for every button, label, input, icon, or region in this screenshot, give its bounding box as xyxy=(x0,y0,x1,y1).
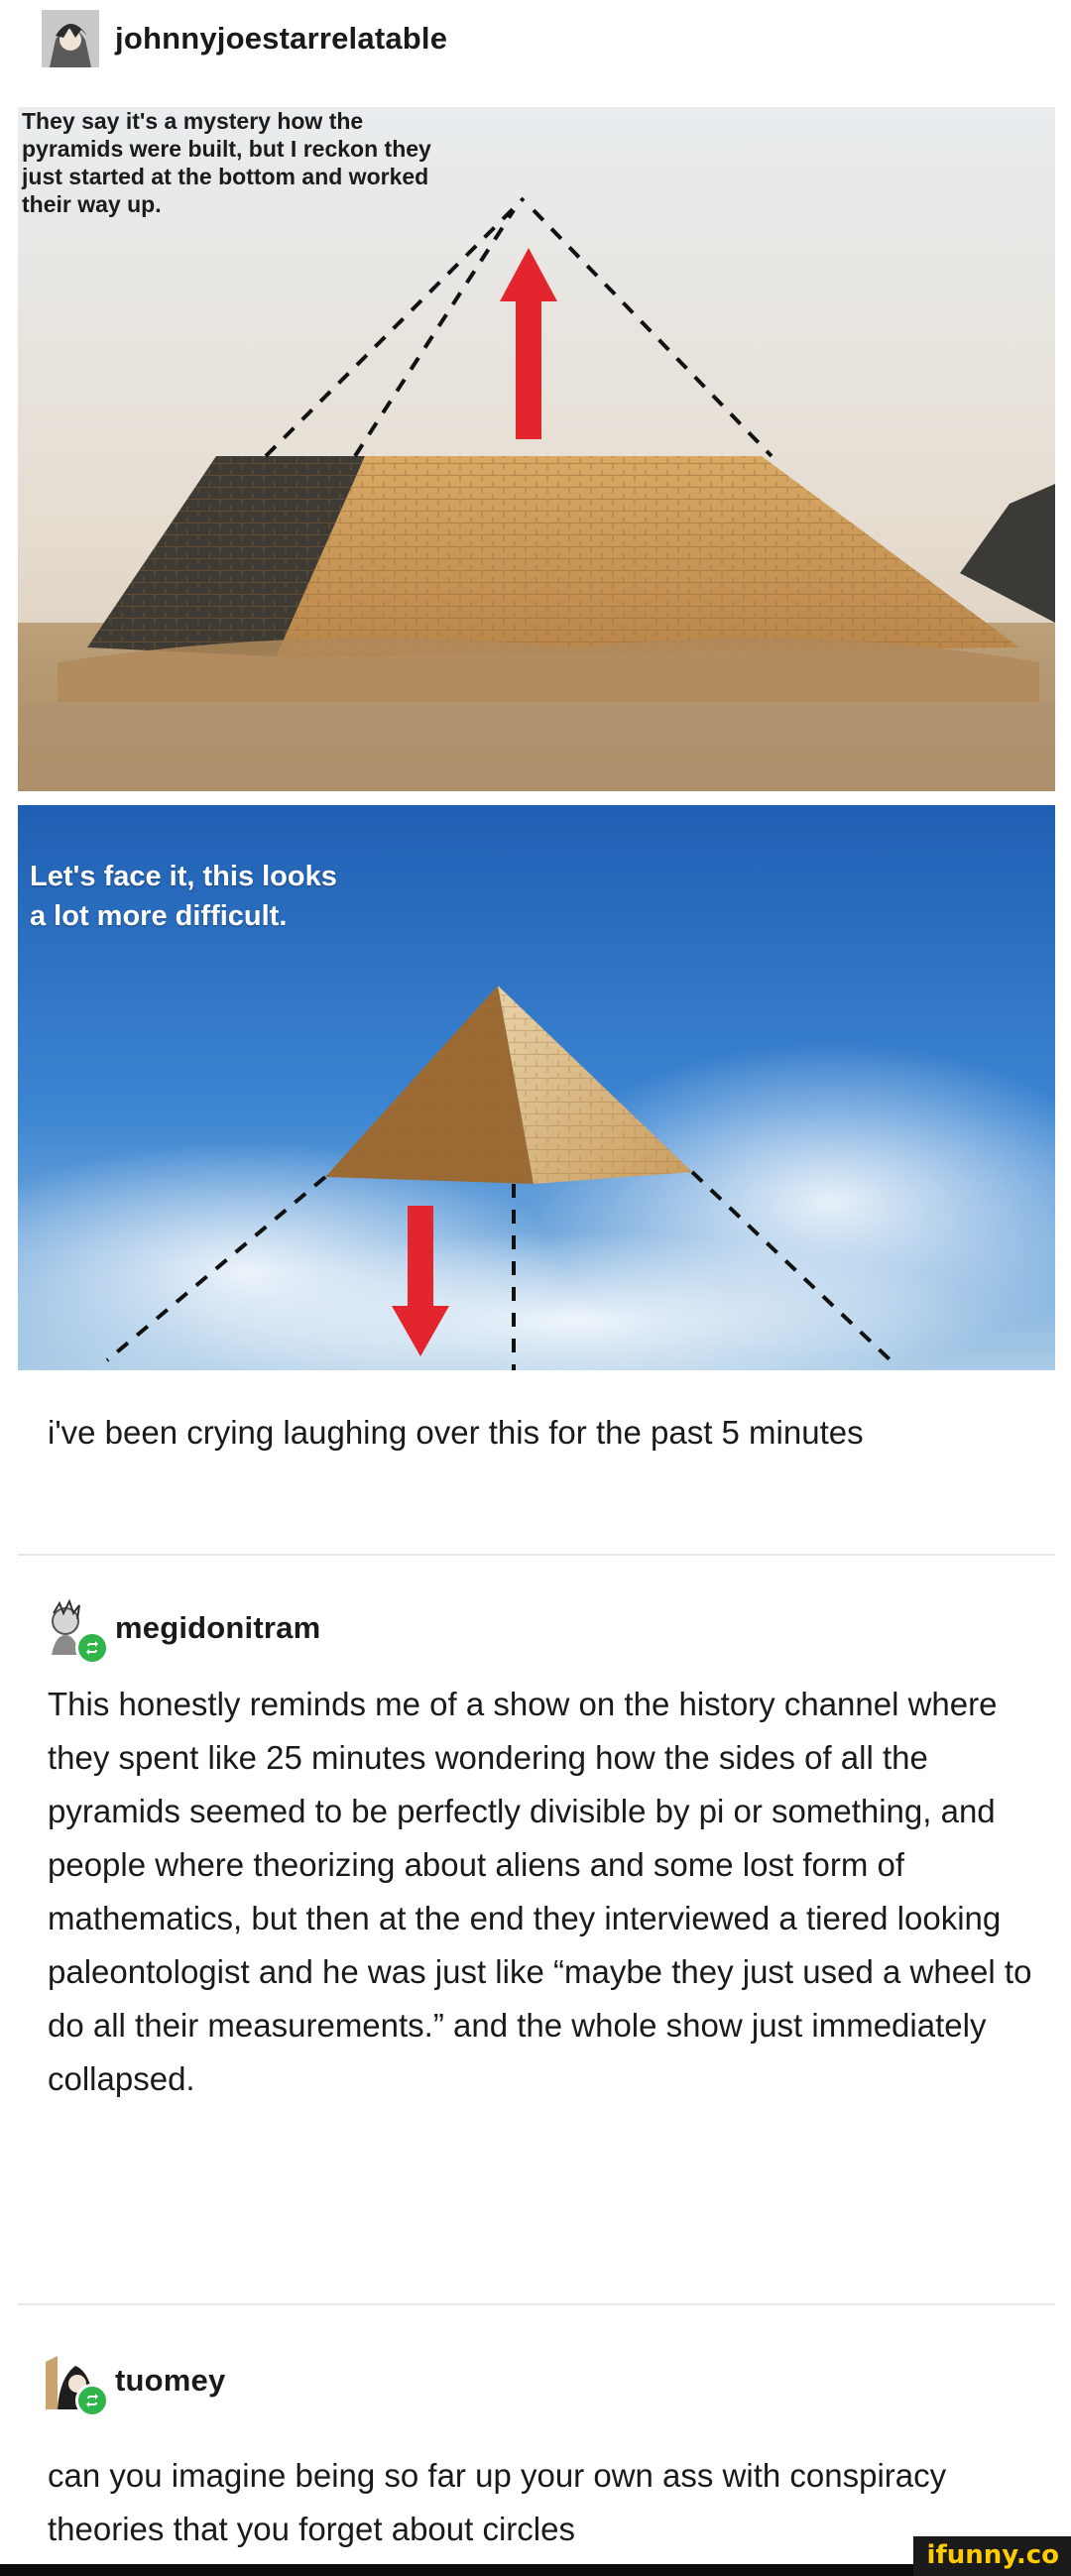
pyramid-top-down-image: Let's face it, this looks a lot more dif… xyxy=(18,805,1055,1370)
ifunny-watermark: ifunny.co xyxy=(912,2536,1071,2576)
op-avatar[interactable] xyxy=(42,10,99,67)
reblog-text-1: This honestly reminds me of a show on th… xyxy=(48,1686,1032,2097)
top-image-caption: They say it's a mystery how the pyramids… xyxy=(22,108,431,217)
reblog-avatar-1[interactable] xyxy=(42,1598,109,1665)
op-post-text: i've been crying laughing over this for … xyxy=(48,1414,864,1451)
reblog-username-1[interactable]: megidonitram xyxy=(115,1610,320,1646)
reblog-divider xyxy=(18,1554,1055,1556)
anime-avatar-icon xyxy=(42,10,99,67)
pyramid-bottom-up-image: They say it's a mystery how the pyramids… xyxy=(18,107,1055,791)
reblog-header-1: megidonitram xyxy=(42,1598,320,1665)
op-header: johnnyjoestarrelatable xyxy=(42,10,447,67)
bottom-image-caption: Let's face it, this looks a lot more dif… xyxy=(30,861,337,932)
reblog-divider-2 xyxy=(18,2303,1055,2305)
reblog-header-2: tuomey xyxy=(42,2352,225,2417)
reblog-icon xyxy=(75,2384,109,2417)
op-username[interactable]: johnnyjoestarrelatable xyxy=(115,21,447,57)
bottom-bar xyxy=(0,2564,1071,2576)
reblog-icon xyxy=(75,1631,109,1665)
reblog-avatar-2[interactable] xyxy=(42,2352,109,2417)
reblog-text-2: can you imagine being so far up your own… xyxy=(48,2457,947,2547)
tumblr-post: johnnyjoestarrelatable They say it's a m… xyxy=(0,0,1071,2576)
reblog-username-2[interactable]: tuomey xyxy=(115,2363,225,2399)
